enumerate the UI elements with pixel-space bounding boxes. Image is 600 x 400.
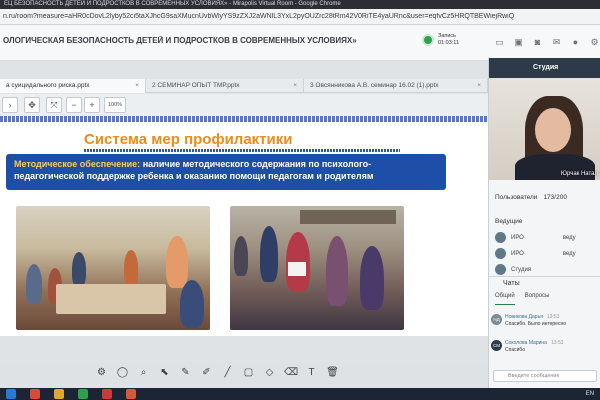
tab-label: 2 СЕМИНАР ОПЫТ ТМР.pptx xyxy=(152,82,240,89)
tab-presentation-1[interactable]: а суицидального риска.pptx × xyxy=(0,79,146,93)
user-name: ИРО· xyxy=(511,234,526,241)
mail-icon[interactable]: ✉ xyxy=(551,37,562,48)
powerpoint-icon[interactable] xyxy=(126,389,136,399)
chrome-icon[interactable] xyxy=(78,389,88,399)
app-icon[interactable] xyxy=(102,389,112,399)
settings-icon[interactable]: ⚙ xyxy=(589,37,600,48)
slide-toolbar: › ✥ ⤧ − + 100% xyxy=(0,94,488,116)
presentation-tabs: а суицидального риска.pptx × 2 СЕМИНАР О… xyxy=(0,79,488,93)
ring-icon[interactable]: ◯ xyxy=(116,366,129,379)
avatar xyxy=(495,248,506,259)
app-header: ОЛОГИЧЕСКАЯ БЕЗОПАСНОСТЬ ДЕТЕЙ И ПОДРОСТ… xyxy=(0,25,600,61)
settings-icon[interactable]: ⚙ xyxy=(95,366,108,379)
user-role: веду xyxy=(562,234,576,241)
app-icon[interactable] xyxy=(30,389,40,399)
presentation-slide: Система мер профилактики Методическое об… xyxy=(0,116,488,336)
language-indicator[interactable]: EN xyxy=(586,389,594,399)
eraser-icon[interactable]: ⌫ xyxy=(284,366,298,379)
zoom-level[interactable]: 100% xyxy=(104,97,126,113)
studio-title: Студия xyxy=(533,64,559,71)
chat-title: Чаты xyxy=(503,280,520,287)
text-icon[interactable]: T xyxy=(305,366,318,379)
message-text: Спасибо. Было интересно xyxy=(505,321,567,327)
close-icon[interactable]: × xyxy=(135,79,139,93)
close-icon[interactable]: × xyxy=(293,79,297,93)
taskbar: EN xyxy=(0,388,600,400)
address-bar[interactable]: n.ru/room?measure=aHR0cDovL2lyby52ci5taX… xyxy=(0,9,600,25)
right-panel: Студия Юрчак Натал Пользователи 173/200 … xyxy=(488,58,600,388)
slide-top-band xyxy=(0,116,488,122)
avatar xyxy=(495,232,506,243)
slide-text-box: Методическое обеспечение: наличие методи… xyxy=(6,154,446,190)
chat-input[interactable]: Введите сообщение xyxy=(493,370,597,382)
chat-message: НД Новикова Дарья 13:53 Спасибо. Было инт… xyxy=(491,314,599,328)
browser-title-bar: ЕЦ БЕЗОПАСНОСТЬ ДЕТЕЙ И ПОДРОСТКОВ В СОВ… xyxy=(0,0,600,9)
record-time: 01:03:11 xyxy=(438,40,460,46)
users-label: Пользователи xyxy=(495,194,538,201)
hosts-label: Ведущие xyxy=(495,218,523,225)
person-icon[interactable]: ● xyxy=(570,37,581,48)
address-url[interactable]: n.ru/room?measure=aHR0cDovL2lyby52ci5taX… xyxy=(3,13,514,20)
chat-header[interactable]: Чаты xyxy=(489,276,600,290)
record-indicator[interactable]: Запись 01:03:11 xyxy=(422,33,459,47)
message-time: 13:53 xyxy=(550,340,564,346)
next-slide-button[interactable]: › xyxy=(2,97,18,113)
slide-title: Система мер профилактики xyxy=(84,131,293,148)
photo-meeting-1 xyxy=(16,206,210,330)
avatar: НД xyxy=(491,314,502,325)
avatar: СМ xyxy=(491,340,502,351)
line-icon[interactable]: ╱ xyxy=(221,366,234,379)
studio-header: Студия xyxy=(489,58,600,78)
highlighter-icon[interactable]: ✐ xyxy=(200,366,213,379)
browser-title: ЕЦ БЕЗОПАСНОСТЬ ДЕТЕЙ И ПОДРОСТКОВ В СОВ… xyxy=(4,1,341,7)
zoom-out-button[interactable]: − xyxy=(66,97,82,113)
folder-icon[interactable] xyxy=(54,389,64,399)
camera-icon[interactable]: ◙ xyxy=(532,37,543,48)
move-icon[interactable]: ✥ xyxy=(24,97,40,113)
start-icon[interactable] xyxy=(6,389,16,399)
user-role: веду xyxy=(562,250,576,257)
users-count: 173/200 xyxy=(543,194,567,201)
message-text: Спасибо xyxy=(505,347,526,353)
trash-icon[interactable]: 🗑 xyxy=(326,366,339,379)
zoom-icon[interactable]: ⌕ xyxy=(137,366,150,379)
user-item[interactable]: ИРО· веду xyxy=(495,232,576,243)
user-name: ИРО· xyxy=(511,250,526,257)
pen-icon[interactable]: ✎ xyxy=(179,366,192,379)
slide-lead: Методическое обеспечение: xyxy=(14,159,141,169)
camera-name: Юрчак Натал xyxy=(560,171,598,177)
record-label: Запись xyxy=(438,33,457,39)
user-item[interactable]: Студия xyxy=(495,264,531,275)
avatar xyxy=(495,264,506,275)
message-time: 13:53 xyxy=(546,314,560,320)
users-header[interactable]: Пользователи 173/200 xyxy=(489,192,600,204)
cursor-icon[interactable]: ⬉ xyxy=(158,366,171,379)
event-title: ОЛОГИЧЕСКАЯ БЕЗОПАСНОСТЬ ДЕТЕЙ И ПОДРОСТ… xyxy=(3,36,357,45)
message-author: Соколова Марина xyxy=(505,340,547,346)
tab-presentation-3[interactable]: 3 Овсянникова А.В. семинар 16.02 (1).ppt… xyxy=(304,79,488,93)
tab-label: 3 Овсянникова А.В. семинар 16.02 (1).ppt… xyxy=(310,82,439,89)
header-toolbar: ▭ ▣ ◙ ✉ ● ⚙ xyxy=(494,37,600,48)
camera-video: Юрчак Натал xyxy=(489,78,600,180)
tab-presentation-2[interactable]: 2 СЕМИНАР ОПЫТ ТМР.pptx × xyxy=(146,79,304,93)
chat-message: СМ Соколова Марина 13:53 Спасибо xyxy=(491,340,599,354)
drawing-toolbar: ⚙ ◯ ⌕ ⬉ ✎ ✐ ╱ ▢ ◇ ⌫ T 🗑 xyxy=(0,362,488,384)
chat-tabs: Общий Вопросы xyxy=(489,293,600,305)
photo-meeting-2 xyxy=(230,206,404,330)
ellipse-icon[interactable]: ◇ xyxy=(263,366,276,379)
tab-chat-questions[interactable]: Вопросы xyxy=(525,293,550,305)
title-underline xyxy=(84,149,400,152)
user-item[interactable]: ИРО· веду xyxy=(495,248,576,259)
chat-bubble-icon[interactable]: ▭ xyxy=(494,37,505,48)
record-icon xyxy=(422,34,434,46)
zoom-in-button[interactable]: + xyxy=(84,97,100,113)
rectangle-icon[interactable]: ▢ xyxy=(242,366,255,379)
tab-label: а суицидального риска.pptx xyxy=(6,82,90,89)
monitor-icon[interactable]: ▣ xyxy=(513,37,524,48)
close-icon[interactable]: × xyxy=(477,79,481,93)
message-author: Новикова Дарья xyxy=(505,314,543,320)
fit-icon[interactable]: ⤧ xyxy=(46,97,62,113)
tab-chat-general[interactable]: Общий xyxy=(495,293,515,305)
user-name: Студия xyxy=(511,266,532,273)
